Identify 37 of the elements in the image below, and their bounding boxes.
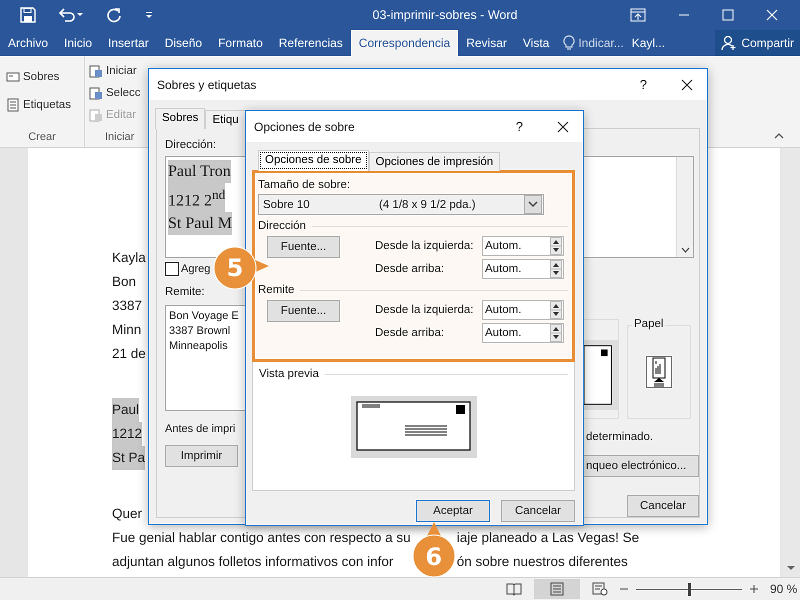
highlighted-text: Paul [112, 398, 140, 422]
field-label: Tamaño de sobre: [258, 179, 352, 191]
document-text: Bon [112, 273, 136, 291]
document-text: 3387 [112, 297, 142, 315]
address-line: Bon Voyage E [169, 309, 239, 324]
document-text: Minn [112, 321, 142, 339]
section-title: Vista previa [259, 368, 319, 380]
field-label: Desde arriba: [375, 327, 446, 339]
field-label: Desde la izquierda: [375, 304, 474, 316]
highlighted-text: St Pa [112, 446, 146, 470]
window-title: 03-imprimir-sobres - Word [372, 8, 518, 22]
document-text: Quer [112, 505, 142, 523]
section-title: Remite [258, 284, 294, 296]
document-text: ón sobre nuestros diferentes [456, 553, 629, 571]
document-text: iaje planeado a Las Vegas! Se [456, 529, 640, 547]
highlighted-text: 1212 [112, 422, 142, 446]
field-label: Dirección: [165, 139, 216, 151]
dropdown-value: (4 1/8 x 9 1/2 pda.) [379, 198, 477, 210]
checkbox-label: Agreg [181, 263, 210, 275]
frame-title: Papel [632, 318, 666, 330]
address-line: Minneapolis [169, 339, 228, 354]
note-text: determinado. [586, 431, 654, 443]
document-text: adjuntan algunos folletos informativos con infor [112, 553, 394, 571]
dropdown-value: Sobre 10 [262, 198, 311, 210]
dialog-title: Sobres y etiquetas [157, 78, 258, 92]
field-label: Desde arriba: [375, 263, 446, 275]
group-label: Crear [27, 131, 57, 143]
document-text: 21 de [112, 345, 146, 363]
document-text: Fue genial hablar contigo antes con respecto a su [112, 529, 411, 547]
dialog-title: Opciones de sobre [254, 120, 356, 134]
section-title: Dirección [258, 220, 306, 232]
group-label: Iniciar [104, 131, 136, 143]
field-label: Desde la izquierda: [375, 240, 474, 252]
note-text: Antes de impri [165, 423, 236, 435]
document-text: Kayla [112, 249, 146, 267]
address-line: 3387 Brownl [169, 324, 230, 339]
field-label: Remite: [165, 286, 205, 298]
